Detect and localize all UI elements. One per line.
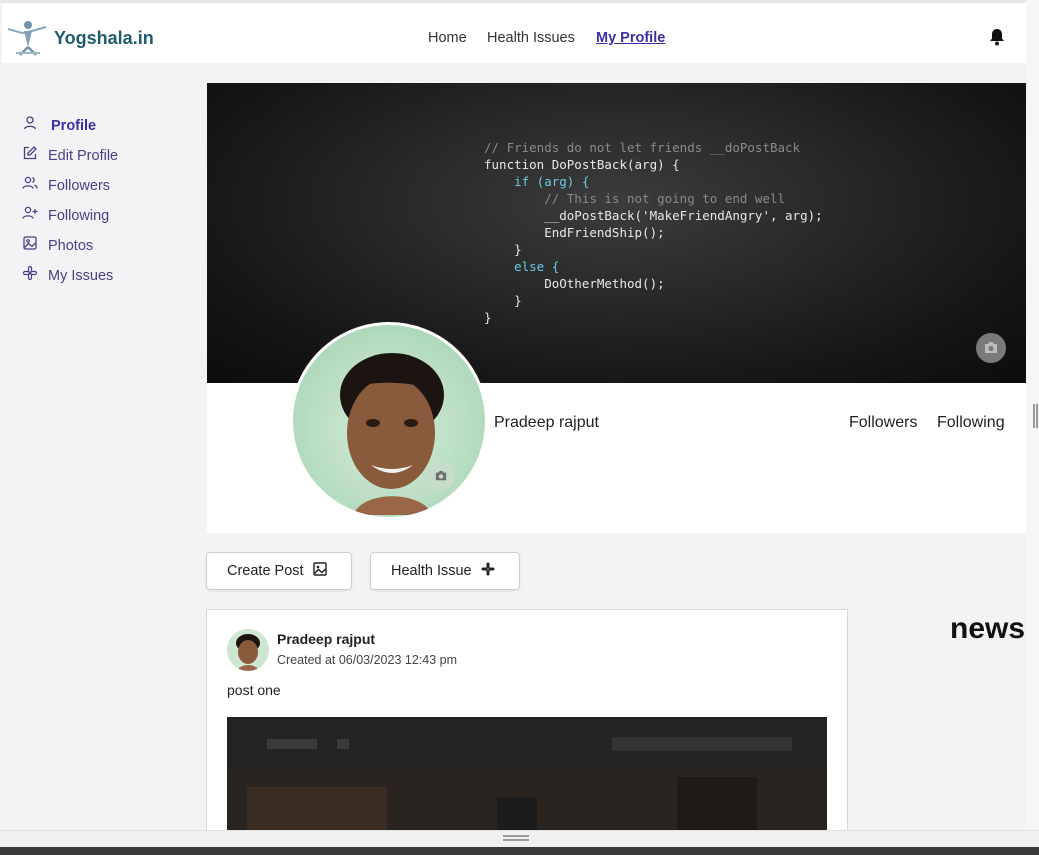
cover-photo: // Friends do not let friends __doPostBa… [207,83,1026,383]
code-line: if (arg) { [484,174,590,189]
top-navbar: Yogshala.in Home Health Issues My Profil… [2,3,1026,63]
sidebar-item-edit-profile[interactable]: Edit Profile [22,145,118,166]
post-timestamp: Created at 06/03/2023 12:43 pm [277,653,457,667]
sidebar-item-label: Following [48,207,110,224]
sidebar-item-label: Photos [48,237,94,254]
health-issue-button[interactable]: Health Issue [370,552,520,590]
post-image[interactable] [227,717,827,833]
post-author-avatar[interactable] [227,629,269,671]
slack-icon [472,561,496,581]
code-line: } [484,310,492,325]
code-line: // Friends do not let friends __doPostBa… [484,140,801,155]
health-issue-label: Health Issue [391,563,472,579]
users-icon [22,175,38,196]
side-resize-handle[interactable] [1033,404,1038,428]
create-post-label: Create Post [227,563,304,579]
avatar-camera-icon[interactable] [427,462,455,490]
code-line: else { [484,259,560,274]
nav-health-issues-link[interactable]: Health Issues [487,30,587,46]
sidebar-item-photos[interactable]: Photos [22,235,93,256]
edit-icon [22,145,38,166]
post-card: Pradeep rajput Created at 06/03/2023 12:… [206,609,848,834]
code-line: DoOtherMethod(); [484,276,665,291]
followers-link[interactable]: Followers [849,414,917,432]
code-line: // This is not going to end well [484,191,786,206]
code-line: } [484,293,522,308]
slack-icon [22,265,38,286]
profile-name: Pradeep rajput [494,414,599,431]
yoga-logo-icon [6,17,50,57]
post-author-name[interactable]: Pradeep rajput [277,631,375,647]
cover-camera-icon[interactable] [976,333,1006,363]
user-icon [22,115,38,136]
profile-avatar[interactable] [290,322,488,520]
bottom-resize-handle[interactable] [503,835,529,841]
user-plus-icon [22,205,38,226]
sidebar-item-profile[interactable]: Profile [22,115,96,136]
profile-sidebar: Profile Edit Profile Followers Following… [2,63,200,830]
window-bottom-edge [0,847,1039,855]
bell-icon[interactable] [987,27,1007,47]
sidebar-item-following[interactable]: Following [22,205,109,226]
code-line: function DoPostBack(arg) { [484,157,680,172]
sidebar-item-label: Profile [51,117,97,134]
news-heading: news [950,612,1026,645]
sidebar-item-label: My Issues [48,267,114,284]
sidebar-item-label: Edit Profile [48,147,119,164]
code-line: __doPostBack('MakeFriendAngry', arg); [484,208,823,223]
brand-logo[interactable]: Yogshala.in [6,17,154,57]
code-line: } [484,242,522,257]
following-link[interactable]: Following [937,414,1005,432]
brand-name: Yogshala.in [54,27,154,48]
sidebar-item-my-issues[interactable]: My Issues [22,265,113,286]
sidebar-item-followers[interactable]: Followers [22,175,110,196]
sidebar-item-label: Followers [48,177,111,194]
image-icon [22,235,38,256]
post-text: post one [227,682,281,698]
code-line: EndFriendShip(); [484,225,665,240]
create-post-button[interactable]: Create Post [206,552,352,590]
cover-code-text: // Friends do not let friends __doPostBa… [484,139,823,326]
nav-home-link[interactable]: Home [428,30,478,46]
image-icon [304,561,328,581]
nav-my-profile-link[interactable]: My Profile [596,30,676,46]
